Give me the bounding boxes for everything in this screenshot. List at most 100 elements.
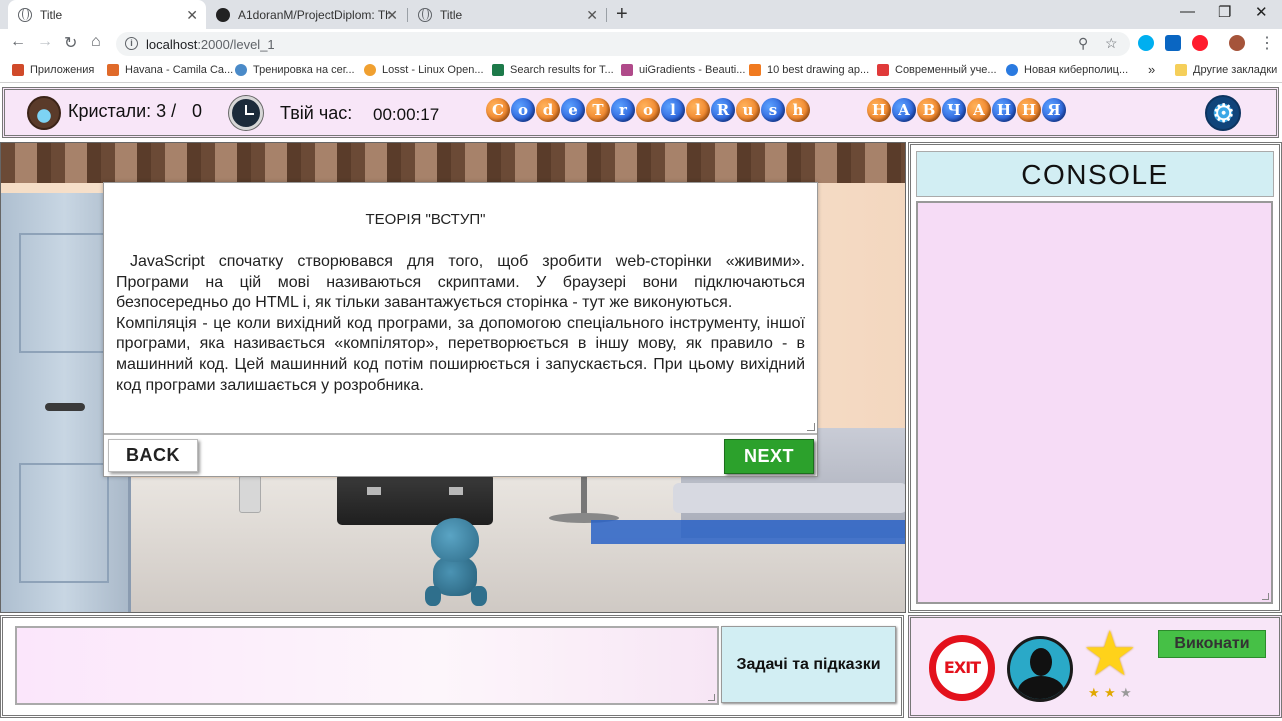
linkedin-extension-icon[interactable]	[1165, 35, 1181, 51]
close-tab-icon[interactable]: ✕	[586, 7, 598, 24]
bookmark-item[interactable]: Тренировка на сег...	[235, 64, 355, 76]
back-arrow-icon[interactable]: ←	[10, 33, 26, 51]
bookmark-favicon-icon	[364, 64, 376, 76]
close-window-button[interactable]: ✕	[1255, 3, 1268, 21]
bookmark-favicon-icon	[107, 64, 119, 76]
address-bar[interactable]: i localhost:2000/level_1 ⚲ ☆	[116, 32, 1130, 56]
bookmark-favicon-icon	[877, 64, 889, 76]
bookmark-favicon-icon	[749, 64, 761, 76]
avatar-silhouette-head	[1030, 648, 1052, 676]
mode-letter: А	[967, 98, 991, 122]
browser-tab[interactable]: Title ✕	[8, 0, 206, 29]
back-button[interactable]: BACK	[108, 439, 198, 472]
bookmark-star-icon[interactable]: ☆	[1105, 35, 1118, 52]
bookmark-item[interactable]: Losst - Linux Open...	[364, 64, 484, 76]
settings-gear-icon[interactable]	[1205, 95, 1241, 131]
resize-handle[interactable]	[807, 423, 815, 431]
forward-arrow-icon[interactable]: →	[37, 33, 53, 51]
bookmark-label: Другие закладки	[1193, 64, 1278, 76]
door-panel	[19, 463, 109, 583]
browser-tab-bar: Title ✕ A1doranM/ProjectDiplom: The g ✕ …	[0, 0, 1282, 29]
mode-letter: Н	[867, 98, 891, 122]
avatar-silhouette-body	[1018, 676, 1064, 699]
close-tab-icon[interactable]: ✕	[386, 7, 398, 24]
bookmark-label: Современный уче...	[895, 64, 997, 76]
mode-title-logo: НАВЧАННЯ	[867, 98, 1067, 122]
theory-dialog: ТЕОРІЯ "ВСТУП" JavaScript спочатку створ…	[103, 182, 818, 477]
bookmark-label: Новая киберполиц...	[1024, 64, 1129, 76]
menu-dots-icon[interactable]: ⋮	[1259, 33, 1275, 53]
console-output[interactable]	[916, 201, 1273, 604]
star-filled-icon: ★	[1104, 685, 1116, 700]
troll-head	[431, 518, 479, 562]
tasks-hints-button[interactable]: Задачі та підказки	[721, 626, 896, 703]
exit-label: EXIT	[943, 658, 981, 677]
new-tab-button[interactable]: +	[616, 3, 628, 26]
browser-tab[interactable]: A1doranM/ProjectDiplom: The g ✕	[208, 0, 406, 29]
bookmark-item[interactable]: Новая киберполиц...	[1006, 64, 1128, 76]
logo-letter: l	[686, 98, 710, 122]
code-input[interactable]	[15, 626, 719, 705]
theory-body: JavaScript спочатку створювався для того…	[116, 252, 805, 396]
bookmark-favicon-icon	[1006, 64, 1018, 76]
theory-paragraph: JavaScript спочатку створювався для того…	[116, 253, 805, 312]
bookmark-favicon-icon	[492, 64, 504, 76]
logo-letter: h	[786, 98, 810, 122]
star-filled-icon: ★	[1088, 685, 1100, 700]
rug	[591, 520, 905, 544]
logo-letter: R	[711, 98, 735, 122]
resize-handle[interactable]	[708, 694, 715, 701]
opera-extension-icon[interactable]	[1192, 35, 1208, 51]
tab-title: Title	[40, 7, 63, 22]
theory-textbox[interactable]: ТЕОРІЯ "ВСТУП" JavaScript спочатку створ…	[104, 183, 817, 435]
bookmark-item[interactable]: Современный уче...	[877, 64, 997, 76]
logo-letter: C	[486, 98, 510, 122]
time-value: 00:00:17	[373, 105, 440, 124]
other-bookmarks-folder[interactable]: Другие закладки	[1175, 64, 1277, 76]
bookmark-label: Тренировка на сег...	[253, 64, 355, 76]
avatar-button[interactable]	[1007, 636, 1073, 702]
mode-letter: Ч	[942, 98, 966, 122]
site-info-icon[interactable]: i	[125, 37, 138, 50]
console-title: CONSOLE	[916, 151, 1274, 197]
bookmark-item[interactable]: Search results for T...	[492, 64, 614, 76]
next-button[interactable]: NEXT	[724, 439, 814, 474]
bookmark-apps[interactable]: Приложения	[12, 64, 94, 76]
bookmark-item[interactable]: Havana - Camila Ca...	[107, 64, 233, 76]
maximize-button[interactable]: ❐	[1218, 3, 1231, 21]
logo-letter: r	[611, 98, 635, 122]
resize-handle[interactable]	[1262, 593, 1269, 600]
game-header: Кристали: 3 / 0 Твій час: 00:00:17 CodeT…	[0, 84, 1282, 140]
star-empty-icon: ★	[1120, 685, 1132, 700]
rating-star-icon: ★	[1082, 620, 1138, 689]
suitcase-lock	[367, 487, 381, 495]
close-tab-icon[interactable]: ✕	[186, 7, 198, 24]
globe-icon	[18, 7, 32, 22]
home-icon[interactable]: ⌂	[91, 33, 101, 51]
profile-avatar[interactable]	[1229, 35, 1245, 51]
bookmark-item[interactable]: 10 best drawing ap...	[749, 64, 869, 76]
exit-button[interactable]: EXIT	[929, 635, 995, 701]
logo-letter: d	[536, 98, 560, 122]
theory-paragraph: Компіляція - це коли вихідний код програ…	[116, 314, 805, 394]
bookmark-item[interactable]: uiGradients - Beauti...	[621, 64, 745, 76]
troll-leg	[471, 586, 487, 606]
address-url[interactable]: localhost:2000/level_1	[146, 37, 275, 52]
url-path: :2000/level_1	[197, 37, 275, 52]
bookmarks-bar: Приложения Havana - Camila Ca... Трениро…	[0, 59, 1282, 83]
skype-extension-icon[interactable]	[1138, 35, 1154, 51]
minimize-button[interactable]: —	[1180, 3, 1195, 20]
browser-tab[interactable]: Title ✕	[408, 0, 606, 29]
reload-icon[interactable]: ↻	[64, 33, 77, 53]
mode-letter: Н	[1017, 98, 1041, 122]
bookmark-label: Search results for T...	[510, 64, 614, 76]
folder-icon	[1175, 64, 1187, 76]
tab-title: Title	[440, 7, 463, 22]
bookmarks-overflow-button[interactable]: »	[1148, 62, 1155, 77]
zoom-icon[interactable]: ⚲	[1078, 35, 1088, 52]
run-button[interactable]: Виконати	[1158, 630, 1266, 658]
bookmark-label: uiGradients - Beauti...	[639, 64, 746, 76]
bookmark-label: Приложения	[30, 64, 95, 76]
bookmark-favicon-icon	[235, 64, 247, 76]
github-icon	[216, 7, 230, 22]
